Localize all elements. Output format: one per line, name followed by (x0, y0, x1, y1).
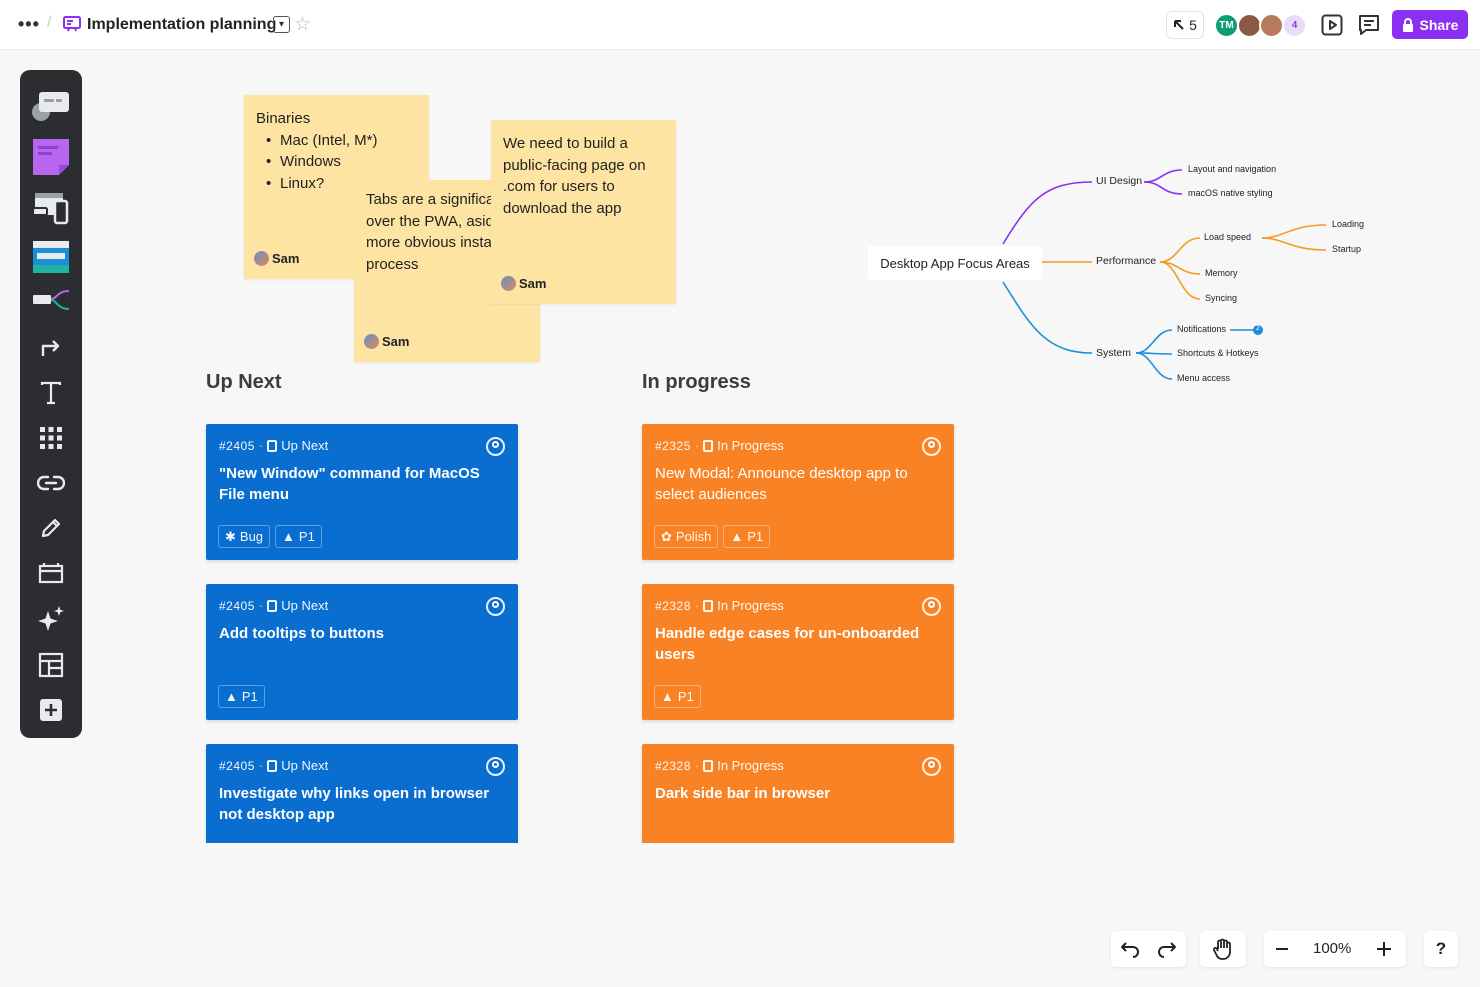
zoom-out-icon[interactable] (1275, 943, 1289, 955)
help-button[interactable]: ? (1424, 931, 1458, 967)
hand-tool-button[interactable] (1200, 931, 1246, 967)
mindmap-node[interactable]: Shortcuts & Hotkeys (1177, 348, 1259, 358)
hand-icon (1213, 938, 1231, 960)
zoom-in-icon[interactable] (1376, 941, 1392, 957)
undo-redo-group (1111, 931, 1186, 967)
undo-icon[interactable] (1120, 939, 1140, 959)
mindmap-node[interactable]: Layout and navigation (1188, 164, 1276, 174)
mindmap-node[interactable]: Performance (1096, 255, 1156, 267)
mindmap-root-node[interactable]: Desktop App Focus Areas (868, 246, 1042, 280)
zoom-controls: 100% (1264, 931, 1406, 967)
mindmap-node[interactable]: Menu access (1177, 373, 1230, 383)
mindmap-node[interactable]: System (1096, 347, 1131, 359)
mindmap-node[interactable]: Load speed (1204, 232, 1251, 242)
zoom-level[interactable]: 100% (1313, 940, 1351, 957)
mindmap-node[interactable]: UI Design (1096, 175, 1142, 187)
mindmap-node[interactable]: Memory (1205, 268, 1238, 278)
mindmap-node[interactable]: Syncing (1205, 293, 1237, 303)
mindmap-node[interactable]: Notifications (1177, 324, 1226, 334)
mindmap-connectors (1002, 169, 1327, 380)
redo-icon[interactable] (1157, 939, 1177, 959)
mindmap-node[interactable]: Loading (1332, 219, 1364, 229)
notifications-badge[interactable]: 2 (1254, 325, 1262, 332)
mindmap-node[interactable]: macOS native styling (1188, 188, 1273, 198)
mindmap-node[interactable]: Startup (1332, 244, 1361, 254)
